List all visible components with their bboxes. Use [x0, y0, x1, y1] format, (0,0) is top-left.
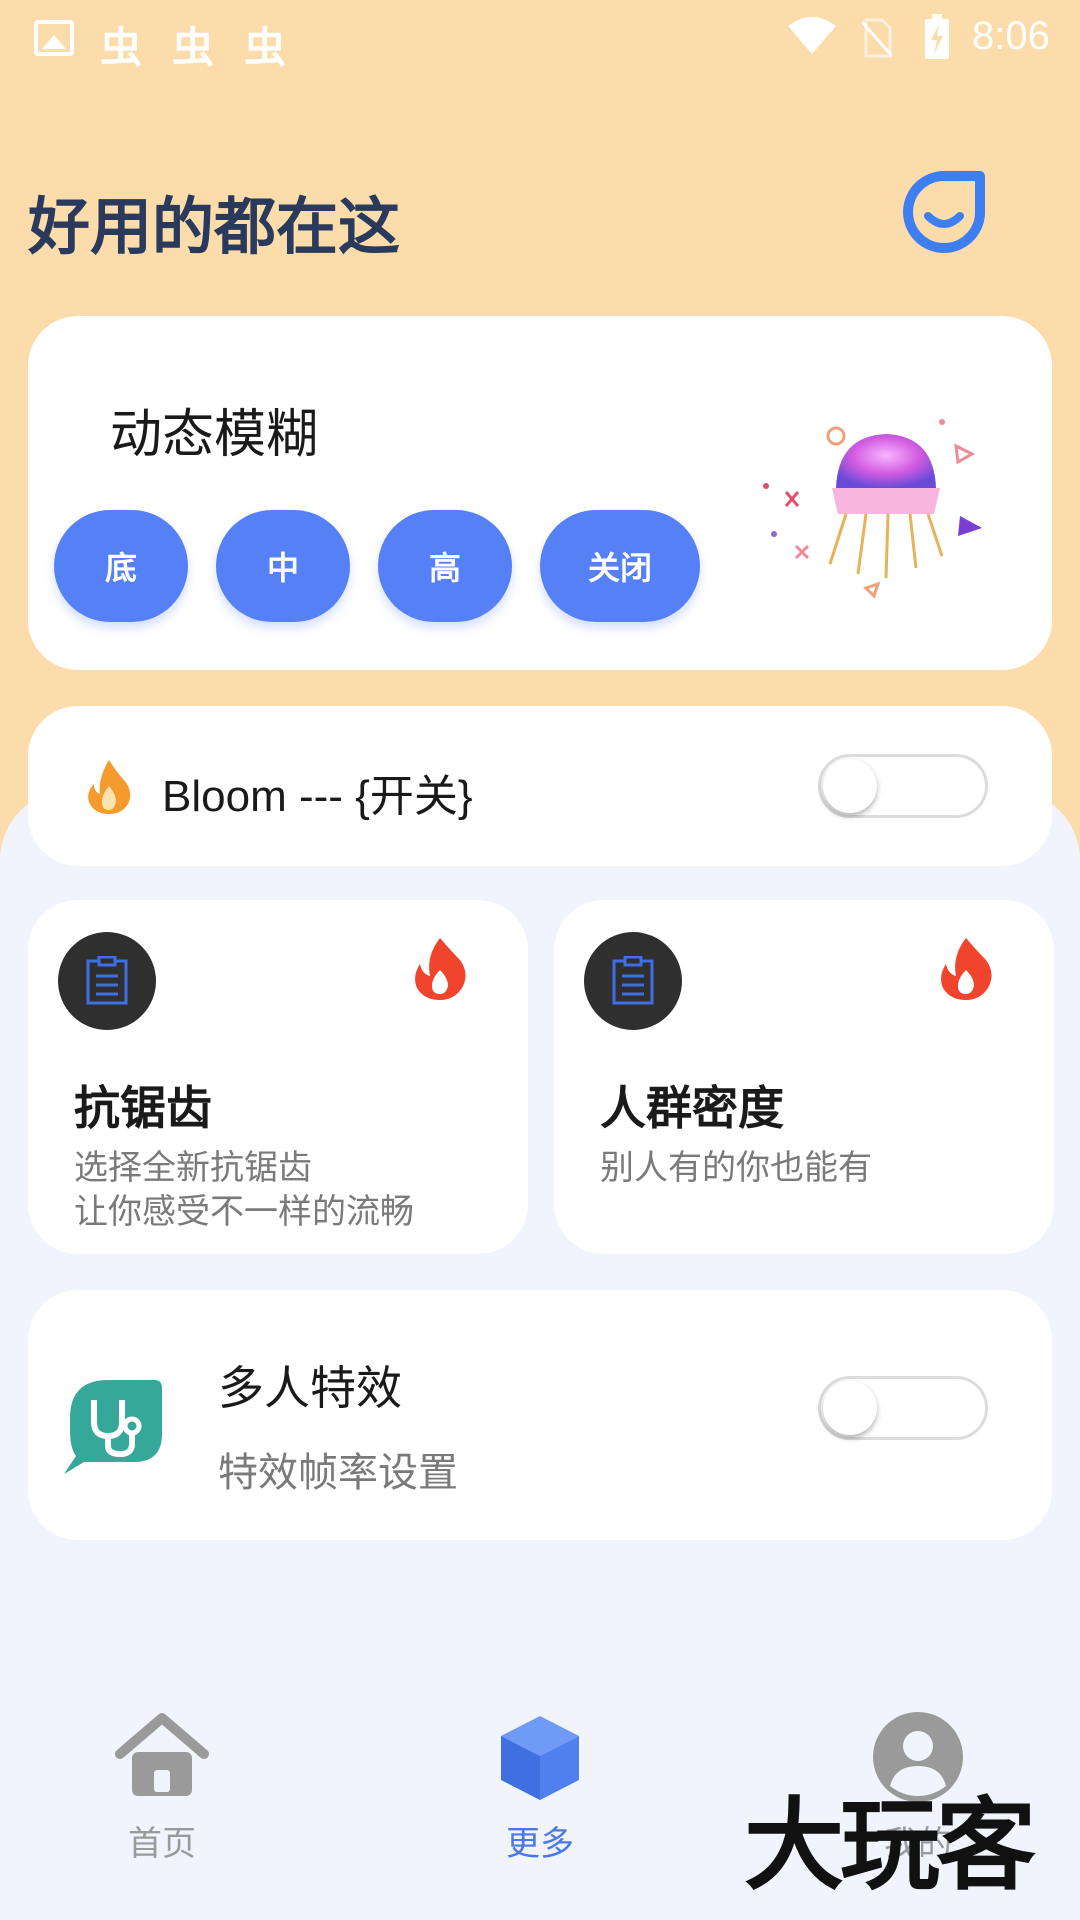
crowd-density-description: 别人有的你也能有 — [600, 1146, 872, 1190]
multi-effect-title: 多人特效 — [218, 1361, 402, 1415]
page-title: 好用的都在这 — [28, 190, 401, 263]
clipboard-icon — [58, 932, 156, 1030]
gallery-icon — [34, 20, 74, 56]
home-icon — [115, 1713, 209, 1796]
antialias-desc-line2: 让你感受不一样的流畅 — [74, 1192, 414, 1232]
motion-blur-card: 动态模糊 底 中 高 关闭 — [28, 316, 1052, 670]
smile-icon[interactable] — [902, 170, 986, 254]
blur-medium-button[interactable]: 中 — [216, 510, 350, 622]
status-time: 8:06 — [972, 14, 1050, 58]
toggle-knob — [823, 759, 877, 813]
bloom-label: Bloom --- {开关} — [162, 772, 473, 821]
bug-icon: 虫 — [172, 23, 215, 72]
cube-icon — [501, 1716, 579, 1800]
antialias-card[interactable]: 抗锯齿 选择全新抗锯齿 让你感受不一样的流畅 — [28, 900, 528, 1254]
watermark: 大玩客 — [744, 1786, 1036, 1904]
blur-low-button[interactable]: 底 — [54, 510, 188, 622]
bloom-card: Bloom --- {开关} — [28, 706, 1052, 866]
blur-high-button[interactable]: 高 — [378, 510, 512, 622]
no-sim-icon — [862, 18, 892, 58]
bug-icon: 虫 — [100, 23, 143, 72]
clipboard-icon — [584, 932, 682, 1030]
blur-off-button[interactable]: 关闭 — [540, 510, 700, 622]
jellyfish-illustration — [763, 419, 982, 599]
antialias-description: 选择全新抗锯齿 让你感受不一样的流畅 — [74, 1146, 414, 1234]
nav-home-label: 首页 — [128, 1824, 196, 1864]
crowd-density-title: 人群密度 — [600, 1081, 784, 1135]
crowd-density-card[interactable]: 人群密度 别人有的你也能有 — [554, 900, 1054, 1254]
nav-more-label: 更多 — [506, 1824, 574, 1864]
motion-blur-title: 动态模糊 — [110, 405, 319, 465]
hot-icon — [415, 938, 466, 1000]
multi-effect-card: 多人特效 特效帧率设置 — [28, 1290, 1052, 1540]
bloom-toggle[interactable] — [818, 754, 988, 818]
toggle-knob — [823, 1381, 877, 1435]
antialias-desc-line1: 选择全新抗锯齿 — [74, 1148, 312, 1188]
multi-effect-subtitle: 特效帧率设置 — [218, 1450, 458, 1496]
battery-charging-icon — [925, 14, 949, 59]
antialias-title: 抗锯齿 — [74, 1081, 212, 1135]
crowd-density-desc-line1: 别人有的你也能有 — [600, 1148, 872, 1188]
nav-home[interactable]: 首页 — [62, 1700, 262, 1890]
bug-icon: 虫 — [244, 23, 287, 72]
multi-effect-toggle[interactable] — [818, 1376, 988, 1440]
wifi-icon — [788, 17, 836, 54]
hot-icon — [941, 938, 992, 1000]
nav-more[interactable]: 更多 — [440, 1700, 640, 1890]
status-bar: 虫 虫 虫 8:06 — [0, 0, 1080, 80]
fire-icon — [88, 760, 131, 814]
stethoscope-chat-icon — [64, 1380, 162, 1474]
